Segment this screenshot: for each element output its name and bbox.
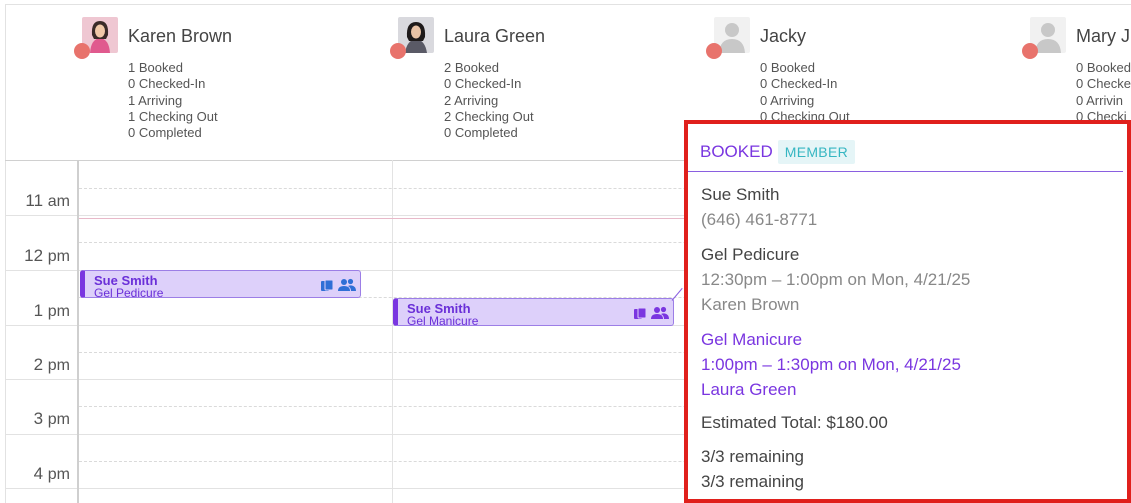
- status-dot: [74, 43, 90, 59]
- top-border: [5, 4, 1131, 5]
- membership-remaining: 3/3 remaining: [701, 472, 805, 491]
- service-time: 1:00pm – 1:30pm on Mon, 4/21/25: [701, 355, 961, 374]
- staff-stats: 1 Booked 0 Checked-In 1 Arriving 1 Check…: [128, 60, 218, 141]
- group-icon: [338, 278, 356, 291]
- stat-completed: 0 Completed: [128, 125, 202, 141]
- service-staff: Karen Brown: [701, 295, 800, 314]
- membership-remaining: 3/3 remaining: [701, 447, 805, 466]
- staff-name: Mary J: [1076, 26, 1130, 46]
- staff-header-karen-brown[interactable]: Karen Brown 1 Booked 0 Checked-In 1 Arri…: [74, 17, 382, 157]
- staff-name: Laura Green: [444, 26, 546, 46]
- time-label-1pm: 1 pm: [33, 301, 70, 320]
- stat-checked-in: 0 Checked-In: [760, 76, 838, 92]
- stat-checked-in: 0 Checked-In: [444, 76, 522, 92]
- stat-arriving: 2 Arriving: [444, 92, 499, 108]
- popover-header: BOOKED MEMBER: [700, 138, 855, 166]
- popover-connector: [671, 287, 683, 301]
- appointment-service: Gel Manicure: [407, 314, 479, 328]
- stat-booked: 1 Booked: [128, 60, 183, 75]
- stat-booked: 2 Booked: [444, 60, 499, 75]
- stat-arriving: 0 Arriving: [760, 92, 815, 108]
- stat-arriving: 0 Arrivin: [1076, 92, 1123, 108]
- stat-booked: 0 Booked: [760, 60, 815, 75]
- client-phone: (646) 461-8771: [701, 210, 818, 229]
- group-icon: [651, 306, 669, 319]
- staff-stats: 2 Booked 0 Checked-In 2 Arriving 2 Check…: [444, 60, 534, 141]
- appointment-block[interactable]: Sue Smith Gel Pedicure: [80, 270, 361, 300]
- status-dot: [1022, 43, 1038, 59]
- calendar-day-view: Karen Brown 1 Booked 0 Checked-In 1 Arri…: [0, 0, 1131, 503]
- stat-arriving: 1 Arriving: [128, 92, 183, 108]
- appointment-service: Gel Pedicure: [94, 286, 164, 300]
- appointment-details-popover: BOOKED MEMBER Sue Smith (646) 461-8771 G…: [684, 120, 1131, 503]
- time-label-2pm: 2 pm: [33, 355, 70, 374]
- stat-checking-out: 1 Checking Out: [128, 108, 218, 124]
- appointment-icons: [320, 278, 356, 292]
- client-name[interactable]: Sue Smith: [701, 185, 779, 205]
- member-badge: MEMBER: [777, 140, 855, 164]
- stat-checking-out: 2 Checking Out: [444, 108, 534, 124]
- service-name: Gel Pedicure: [701, 245, 800, 264]
- appointment-block[interactable]: Sue Smith Gel Manicure: [393, 298, 674, 328]
- appointment-icons: [633, 306, 669, 320]
- product-bag-icon: [634, 307, 647, 319]
- time-label-3pm: 3 pm: [33, 409, 70, 428]
- time-label-4pm: 4 pm: [33, 464, 70, 483]
- time-label-12pm: 12 pm: [24, 246, 70, 265]
- booking-status: BOOKED: [700, 142, 773, 161]
- staff-stats: 0 Booked 0 Checked-In 0 Arriving 0 Check…: [760, 60, 850, 125]
- column-divider: [392, 160, 393, 503]
- status-dot: [390, 43, 406, 59]
- product-bag-icon: [321, 279, 334, 291]
- staff-header-laura-green[interactable]: Laura Green 2 Booked 0 Checked-In 2 Arri…: [390, 17, 698, 157]
- estimated-total: Estimated Total: $180.00: [701, 413, 888, 432]
- stat-completed: 0 Completed: [444, 125, 518, 141]
- service-time: 12:30pm – 1:00pm on Mon, 4/21/25: [701, 270, 971, 289]
- time-label-11am: 11 am: [25, 191, 70, 210]
- popover-divider: [688, 171, 1123, 172]
- staff-name: Jacky: [760, 26, 807, 46]
- time-gutter-border: [77, 160, 79, 503]
- stat-checked-in: 0 Checked-In: [128, 76, 206, 92]
- stat-booked: 0 Booked: [1076, 60, 1131, 75]
- stat-checked-in: 0 Checke: [1076, 76, 1131, 92]
- service-name: Gel Manicure: [701, 330, 803, 349]
- service-staff: Laura Green: [701, 380, 797, 399]
- staff-stats: 0 Booked 0 Checke 0 Arrivin 0 Checki: [1076, 60, 1131, 125]
- staff-name: Karen Brown: [128, 26, 233, 46]
- status-dot: [706, 43, 722, 59]
